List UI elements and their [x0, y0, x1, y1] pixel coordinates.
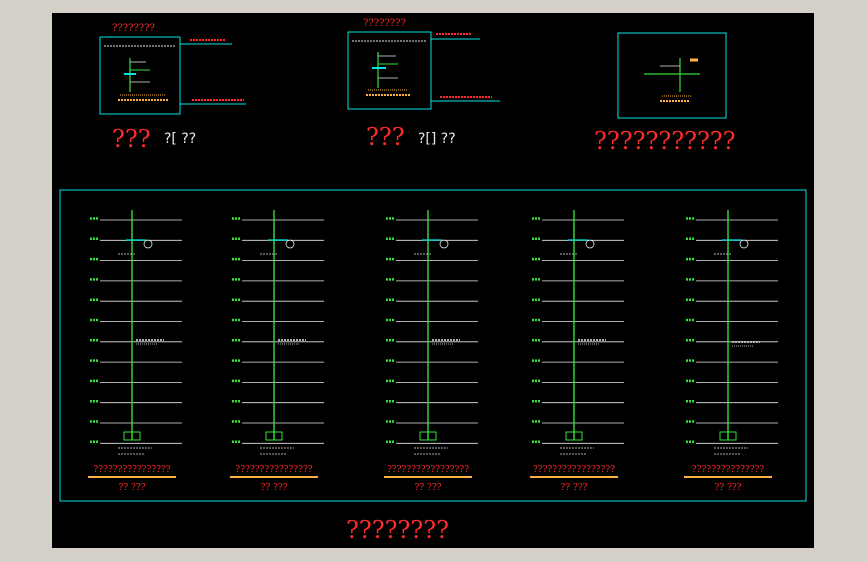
detail-1-heading: ????????	[112, 23, 155, 34]
detail-2-caption-main: ???	[366, 123, 405, 151]
riser-subtitle: ?? ???	[261, 483, 288, 493]
detail-1-caption-main: ???	[112, 125, 151, 153]
detail-3-caption-main: ???????????	[594, 127, 736, 155]
riser-title: ????????????????	[93, 465, 170, 475]
riser-title: ????????????????	[235, 465, 312, 475]
detail-2-caption-sub: ?[] ??	[418, 131, 456, 147]
riser-subtitle: ?? ???	[415, 483, 442, 493]
riser-title: ???????????????	[692, 465, 765, 475]
drawing-title: ????????	[346, 516, 449, 544]
riser-title: ?????????????????	[533, 465, 615, 475]
cad-drawing-canvas[interactable]: ???????? ??? ?[ ?? ???????? ??? ?[] ?? ?…	[0, 0, 867, 562]
riser-subtitle: ?? ???	[715, 483, 742, 493]
riser-title: ?????????????????	[387, 465, 469, 475]
riser-subtitle: ?? ???	[561, 483, 588, 493]
detail-1-caption-sub: ?[ ??	[164, 131, 196, 147]
riser-subtitle: ?? ???	[119, 483, 146, 493]
detail-2-heading: ????????	[363, 18, 406, 29]
